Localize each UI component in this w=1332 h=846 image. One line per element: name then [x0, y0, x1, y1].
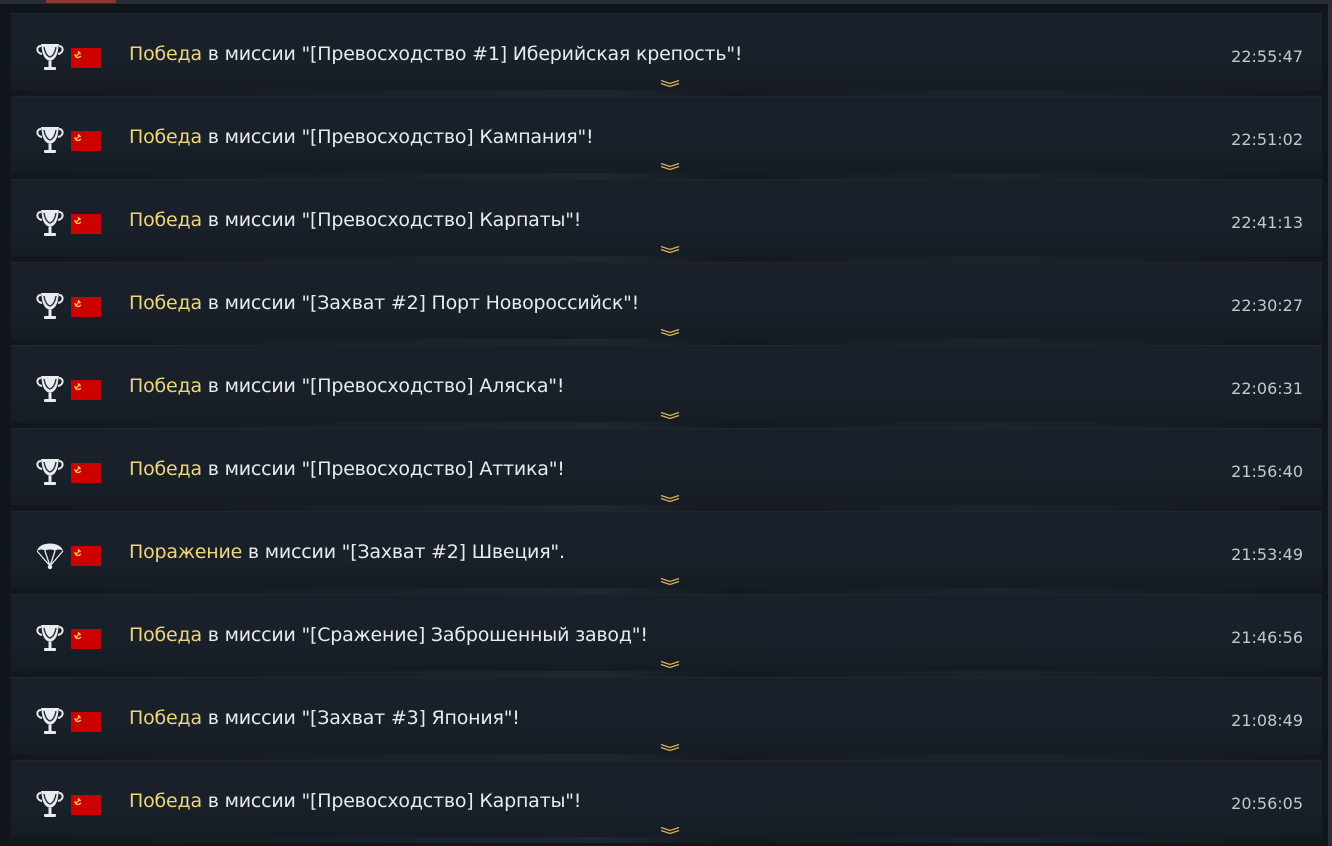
expand-chevron-icon[interactable] — [659, 572, 681, 586]
expand-chevron-icon[interactable] — [659, 655, 681, 669]
ussr-flag-icon — [71, 380, 101, 400]
mission-text: в миссии "[Захват #3] Япония"! — [201, 707, 520, 729]
battle-result-row[interactable]: Поражение в миссии "[Захват #2] Швеция".… — [11, 511, 1322, 594]
result-word: Победа — [129, 375, 202, 397]
battle-result-row[interactable]: Победа в миссии "[Превосходство] Карпаты… — [11, 179, 1322, 262]
battle-result-message: Победа в миссии "[Превосходство] Карпаты… — [129, 790, 581, 812]
result-word: Победа — [129, 292, 202, 314]
result-word: Победа — [129, 790, 202, 812]
trophy-icon — [35, 207, 65, 241]
result-word: Победа — [129, 209, 202, 231]
ussr-flag-icon — [71, 546, 101, 566]
expand-chevron-icon[interactable] — [659, 821, 681, 835]
mission-text: в миссии "[Превосходство #1] Иберийская … — [201, 43, 743, 65]
result-word: Победа — [129, 624, 202, 646]
event-time: 22:06:31 — [1231, 379, 1303, 398]
mission-text: в миссии "[Превосходство] Кампания"! — [201, 126, 594, 148]
trophy-icon — [35, 456, 65, 490]
trophy-icon — [35, 124, 65, 158]
result-word: Победа — [129, 458, 202, 480]
battle-result-message: Победа в миссии "[Превосходство] Аттика"… — [129, 458, 565, 480]
battle-result-row[interactable]: Победа в миссии "[Захват #2] Порт Новоро… — [11, 262, 1322, 345]
battle-result-message: Победа в миссии "[Превосходство #1] Ибер… — [129, 43, 743, 65]
mission-text: в миссии "[Превосходство] Аттика"! — [201, 458, 565, 480]
battle-result-row[interactable]: Победа в миссии "[Превосходство] Карпаты… — [11, 760, 1322, 843]
ussr-flag-icon — [71, 131, 101, 151]
ussr-flag-icon — [71, 297, 101, 317]
ussr-flag-icon — [71, 712, 101, 732]
battle-result-row[interactable]: Победа в миссии "[Захват #3] Япония"! 21… — [11, 677, 1322, 760]
battle-result-row[interactable]: Победа в миссии "[Превосходство] Кампани… — [11, 96, 1322, 179]
expand-chevron-icon[interactable] — [659, 323, 681, 337]
ussr-flag-icon — [71, 629, 101, 649]
expand-chevron-icon[interactable] — [659, 406, 681, 420]
scrollbar[interactable] — [1328, 4, 1332, 846]
battle-result-message: Победа в миссии "[Превосходство] Аляска"… — [129, 375, 564, 397]
ussr-flag-icon — [71, 463, 101, 483]
mission-text: в миссии "[Захват #2] Порт Новороссийск"… — [201, 292, 640, 314]
expand-chevron-icon[interactable] — [659, 240, 681, 254]
ussr-flag-icon — [71, 795, 101, 815]
ussr-flag-icon — [71, 214, 101, 234]
ussr-flag-icon — [71, 48, 101, 68]
expand-chevron-icon[interactable] — [659, 738, 681, 752]
top-tab-bar — [0, 0, 1332, 4]
mission-text: в миссии "[Превосходство] Аляска"! — [201, 375, 565, 397]
event-time: 22:30:27 — [1231, 296, 1303, 315]
event-time: 21:53:49 — [1231, 545, 1303, 564]
mission-text: в миссии "[Сражение] Заброшенный завод"! — [201, 624, 648, 646]
battle-result-row[interactable]: Победа в миссии "[Превосходство #1] Ибер… — [11, 13, 1322, 96]
battle-result-message: Победа в миссии "[Сражение] Заброшенный … — [129, 624, 648, 646]
event-time: 22:55:47 — [1231, 47, 1303, 66]
event-time: 21:08:49 — [1231, 711, 1303, 730]
battle-result-message: Победа в миссии "[Превосходство] Кампани… — [129, 126, 594, 148]
expand-chevron-icon[interactable] — [659, 157, 681, 171]
battle-result-row[interactable]: Победа в миссии "[Превосходство] Аляска"… — [11, 345, 1322, 428]
result-word: Поражение — [129, 541, 243, 563]
result-word: Победа — [129, 43, 202, 65]
event-time: 22:51:02 — [1231, 130, 1303, 149]
battle-results-list: Победа в миссии "[Превосходство #1] Ибер… — [11, 13, 1322, 843]
trophy-icon — [35, 622, 65, 656]
expand-chevron-icon[interactable] — [659, 74, 681, 88]
trophy-icon — [35, 290, 65, 324]
mission-text: в миссии "[Превосходство] Карпаты"! — [201, 209, 582, 231]
battle-result-row[interactable]: Победа в миссии "[Превосходство] Аттика"… — [11, 428, 1322, 511]
battle-result-message: Поражение в миссии "[Захват #2] Швеция". — [129, 541, 565, 563]
mission-text: в миссии "[Захват #2] Швеция". — [242, 541, 565, 563]
trophy-icon — [35, 373, 65, 407]
result-word: Победа — [129, 707, 202, 729]
result-word: Победа — [129, 126, 202, 148]
event-time: 20:56:05 — [1231, 794, 1303, 813]
trophy-icon — [35, 41, 65, 75]
battle-result-message: Победа в миссии "[Захват #3] Япония"! — [129, 707, 520, 729]
mission-text: в миссии "[Превосходство] Карпаты"! — [201, 790, 582, 812]
event-time: 21:46:56 — [1231, 628, 1303, 647]
event-time: 21:56:40 — [1231, 462, 1303, 481]
event-time: 22:41:13 — [1231, 213, 1303, 232]
parachute-icon — [35, 539, 65, 573]
battle-result-message: Победа в миссии "[Превосходство] Карпаты… — [129, 209, 581, 231]
expand-chevron-icon[interactable] — [659, 489, 681, 503]
trophy-icon — [35, 705, 65, 739]
trophy-icon — [35, 788, 65, 822]
battle-result-row[interactable]: Победа в миссии "[Сражение] Заброшенный … — [11, 594, 1322, 677]
active-tab-indicator[interactable] — [46, 0, 116, 3]
battle-log-window: Победа в миссии "[Превосходство #1] Ибер… — [0, 0, 1332, 846]
battle-result-message: Победа в миссии "[Захват #2] Порт Новоро… — [129, 292, 639, 314]
